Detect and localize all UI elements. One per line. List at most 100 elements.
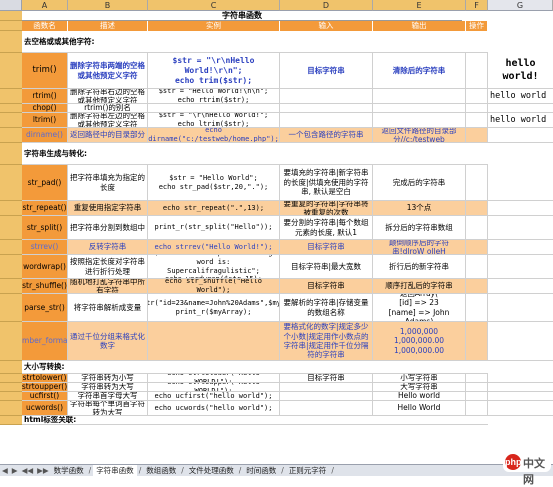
sheet-tab[interactable]: 文件处理函数 bbox=[186, 465, 237, 476]
cell-g[interactable] bbox=[488, 216, 553, 240]
row-header[interactable] bbox=[0, 322, 22, 361]
row-header[interactable] bbox=[0, 255, 22, 279]
cell-b[interactable]: 把字符串填充为指定的长度 bbox=[68, 165, 148, 201]
cell-d[interactable]: 一个包含路径的字符串 bbox=[280, 128, 373, 143]
cell-b[interactable]: 随机地打乱字符串中所有字符 bbox=[68, 279, 148, 294]
row-header[interactable] bbox=[0, 31, 22, 53]
sheet-tab[interactable]: 数组函数 bbox=[143, 465, 179, 476]
cell-f[interactable] bbox=[466, 201, 488, 216]
cell-d[interactable] bbox=[280, 383, 373, 392]
cell-a[interactable]: strrev() bbox=[22, 240, 68, 255]
cell-a[interactable]: str_shuffle() bbox=[22, 279, 68, 294]
cell-e[interactable]: 颠倒顺序后的字符串!dlroW olleH bbox=[373, 240, 466, 255]
row-header[interactable] bbox=[0, 361, 22, 374]
cell-c[interactable]: echo str_repeat(".",13); bbox=[148, 201, 280, 216]
cell-c[interactable]: parse_str("id=23&name=John%20Adams",$myA… bbox=[148, 294, 280, 322]
cell-c[interactable]: echo dirname("c:/testweb/home.php"); bbox=[148, 128, 280, 143]
cell-b[interactable]: 通过千位分组来格式化数字 bbox=[68, 322, 148, 361]
header-cell[interactable]: 实例 bbox=[148, 21, 280, 31]
row-header[interactable] bbox=[0, 401, 22, 416]
column-header-a[interactable]: A bbox=[22, 0, 68, 11]
cell-g[interactable] bbox=[488, 165, 553, 201]
cell-c[interactable]: echo ucfirst("hello world"); bbox=[148, 392, 280, 401]
row-header[interactable] bbox=[0, 416, 22, 425]
cell-a[interactable]: number_format() bbox=[22, 322, 68, 361]
cell-a[interactable]: ucfirst() bbox=[22, 392, 68, 401]
column-header-e[interactable]: E bbox=[373, 0, 466, 11]
cell-b[interactable]: 字符串每个单词首字符转为大写 bbox=[68, 401, 148, 416]
cell-g[interactable] bbox=[488, 294, 553, 322]
cell-c[interactable]: $str = "\r\nHello World!"; echo ltrim($s… bbox=[148, 113, 280, 128]
cell-f[interactable] bbox=[466, 322, 488, 361]
cell-f[interactable] bbox=[466, 294, 488, 322]
cell-f[interactable] bbox=[466, 279, 488, 294]
cell-d[interactable]: 目标字符串 bbox=[280, 240, 373, 255]
tab-scroll-button[interactable]: ▶ bbox=[10, 465, 20, 476]
tab-scroll-button[interactable]: ◀ bbox=[0, 465, 10, 476]
cell-a[interactable]: strtoupper() bbox=[22, 383, 68, 392]
row-header[interactable] bbox=[0, 128, 22, 143]
cell-c[interactable] bbox=[148, 322, 280, 361]
cell-b[interactable]: 将字符串解析成变量 bbox=[68, 294, 148, 322]
tab-scroll-button[interactable]: ▶▶ bbox=[35, 465, 51, 476]
row-header[interactable] bbox=[0, 216, 22, 240]
cell-g[interactable]: hello world! bbox=[488, 53, 553, 89]
cell-a[interactable]: str_split() bbox=[22, 216, 68, 240]
column-header-g[interactable]: G bbox=[488, 0, 553, 11]
header-cell[interactable]: 输出 bbox=[373, 21, 466, 31]
cell-f[interactable] bbox=[466, 104, 488, 113]
cell-d[interactable]: 目标字符串|最大宽数 bbox=[280, 255, 373, 279]
cell-e[interactable]: 折行后的新字符串 bbox=[373, 255, 466, 279]
cell-d[interactable] bbox=[280, 104, 373, 113]
cell-g[interactable] bbox=[488, 392, 553, 401]
cell-c[interactable]: echo strtolower("Hello WORLD!"); bbox=[148, 374, 280, 383]
row-header[interactable] bbox=[0, 143, 22, 165]
cell-a[interactable]: str_pad() bbox=[22, 165, 68, 201]
cell-b[interactable]: 字符串转为小写 bbox=[68, 374, 148, 383]
row-header[interactable] bbox=[0, 11, 22, 21]
cell-c[interactable]: echo ucwords("hello world"); bbox=[148, 401, 280, 416]
cell-g[interactable] bbox=[488, 383, 553, 392]
cell-c[interactable]: $str = "Hello World!\n\n"; echo rtrim($s… bbox=[148, 89, 280, 104]
column-header-f[interactable]: F bbox=[466, 0, 488, 11]
cell-e[interactable]: 13个点 bbox=[373, 201, 466, 216]
cell-e[interactable]: 完成后的字符串 bbox=[373, 165, 466, 201]
row-header[interactable] bbox=[0, 113, 22, 128]
row-header[interactable] bbox=[0, 240, 22, 255]
sheet-tab[interactable]: 正则元字符 bbox=[286, 465, 330, 476]
cell-f[interactable] bbox=[466, 89, 488, 104]
cell-g[interactable] bbox=[488, 104, 553, 113]
row-header[interactable] bbox=[0, 383, 22, 392]
row-header[interactable] bbox=[0, 53, 22, 89]
cell-b[interactable]: 按照指定长度对字符串进行折行处理 bbox=[68, 255, 148, 279]
cell-b[interactable]: 返回路径中的目录部分 bbox=[68, 128, 148, 143]
cell-a[interactable]: parse_str() bbox=[22, 294, 68, 322]
cell-e[interactable] bbox=[373, 104, 466, 113]
cell-a[interactable]: str_repeat() bbox=[22, 201, 68, 216]
cell-e[interactable] bbox=[373, 113, 466, 128]
cell-a[interactable]: ucwords() bbox=[22, 401, 68, 416]
cell-c[interactable]: $str = "Hello World"; echo str_pad($str,… bbox=[148, 165, 280, 201]
cell-e[interactable]: 大写字符串 bbox=[373, 383, 466, 392]
cell-b[interactable]: rtrim()的别名 bbox=[68, 104, 148, 113]
cell-a[interactable]: ltrim() bbox=[22, 113, 68, 128]
cell-c[interactable]: $str = "\r\nHello World!\r\n"; echo trim… bbox=[148, 53, 280, 89]
cell-d[interactable]: 要解析的字符串|存储变量的数组名称 bbox=[280, 294, 373, 322]
cell-e[interactable]: 返回Array( [id] => 23 [name] => John Adams… bbox=[373, 294, 466, 322]
cell-e[interactable]: 小写字符串 bbox=[373, 374, 466, 383]
row-header[interactable] bbox=[0, 392, 22, 401]
sheet-tab[interactable]: 时间函数 bbox=[243, 465, 279, 476]
cell-d[interactable] bbox=[280, 89, 373, 104]
select-all-corner[interactable] bbox=[0, 0, 22, 11]
column-header-c[interactable]: C bbox=[148, 0, 280, 11]
cell-e[interactable]: 返回文件路径的目录部分//c:/testweb bbox=[373, 128, 466, 143]
cell-b[interactable]: 删除字符串右边的空格或其他预定义字符 bbox=[68, 89, 148, 104]
cell-c[interactable]: print_r(str_split("Hello")); bbox=[148, 216, 280, 240]
cell-d[interactable]: 目标字符串 bbox=[280, 53, 373, 89]
row-header[interactable] bbox=[0, 165, 22, 201]
sheet-tab[interactable]: 数学函数 bbox=[51, 465, 87, 476]
cell-f[interactable] bbox=[466, 383, 488, 392]
cell-f[interactable] bbox=[466, 401, 488, 416]
cell-b[interactable]: 字符串首字母大写 bbox=[68, 392, 148, 401]
cell-d[interactable] bbox=[280, 392, 373, 401]
